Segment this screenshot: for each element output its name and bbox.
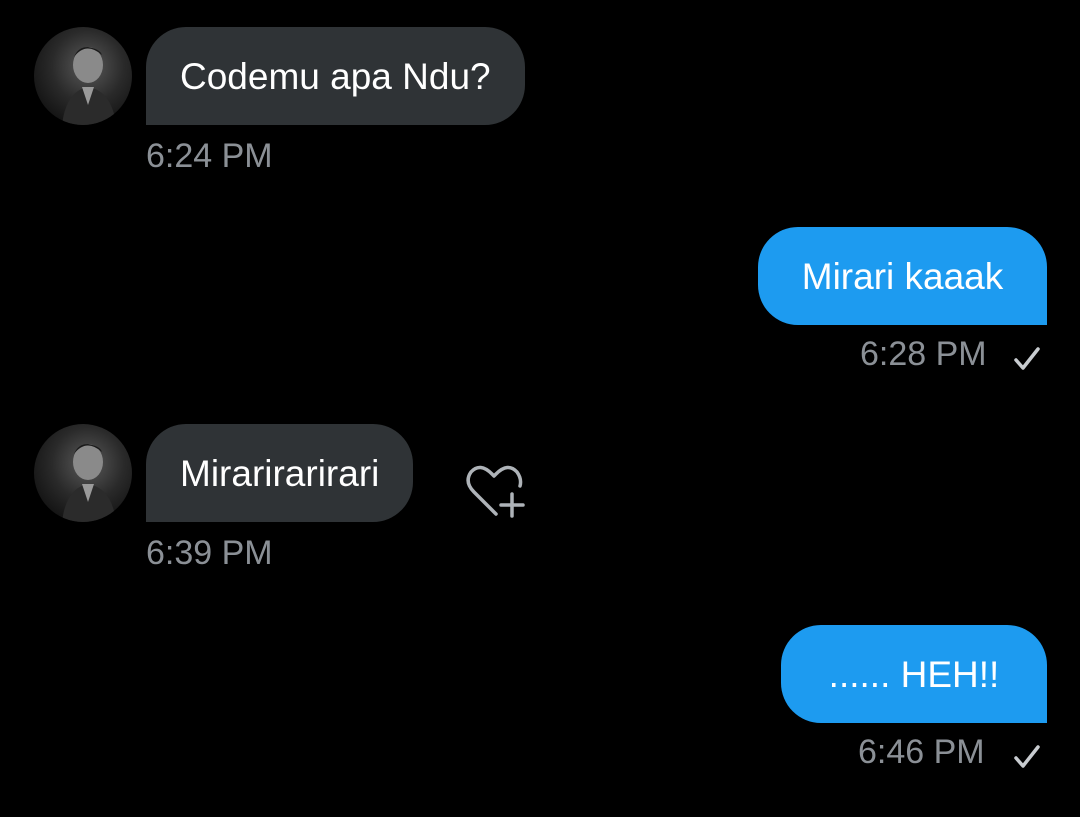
message-bubble-outgoing[interactable]: Mirari kaaak bbox=[758, 227, 1047, 325]
message-text: Codemu apa Ndu? bbox=[180, 55, 491, 97]
message-bubble-incoming[interactable]: Codemu apa Ndu? bbox=[146, 27, 525, 125]
avatar[interactable] bbox=[34, 424, 132, 522]
message-timestamp: 6:24 PM bbox=[146, 137, 273, 175]
sent-check-icon bbox=[1014, 347, 1040, 370]
message-text: Mirari kaaak bbox=[801, 255, 1004, 297]
avatar[interactable] bbox=[34, 27, 132, 125]
message-timestamp: 6:39 PM bbox=[146, 534, 273, 572]
chat-thread: Codemu apa Ndu? 6:24 PM Mirari kaaak 6:2… bbox=[0, 0, 1080, 817]
message-bubble-incoming[interactable]: Mirarirarirari bbox=[146, 424, 414, 522]
avatar-image bbox=[62, 47, 116, 125]
sent-check-icon bbox=[1014, 745, 1040, 768]
message-text: Mirarirarirari bbox=[180, 452, 380, 494]
message-timestamp: 6:28 PM bbox=[860, 335, 987, 373]
message-timestamp: 6:46 PM bbox=[858, 733, 985, 771]
message-text: ...... HEH!! bbox=[828, 653, 1000, 695]
message-bubble-outgoing[interactable]: ...... HEH!! bbox=[781, 625, 1047, 723]
heart-plus-icon[interactable] bbox=[462, 462, 526, 520]
avatar-image bbox=[62, 444, 116, 522]
